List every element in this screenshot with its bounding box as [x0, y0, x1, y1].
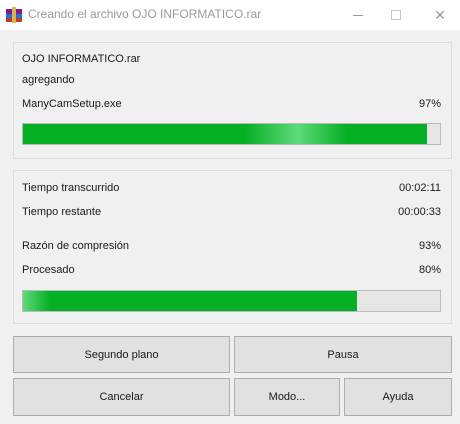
title-bar[interactable]: Creando el archivo OJO INFORMATICO.rar ✕	[0, 0, 460, 30]
current-file-row: ManyCamSetup.exe 97%	[22, 97, 441, 111]
pause-button[interactable]: Pausa	[234, 336, 452, 373]
stats-panel: Tiempo transcurrido 00:02:11 Tiempo rest…	[13, 170, 452, 324]
elapsed-label: Tiempo transcurrido	[22, 182, 120, 194]
file-progress-panel: OJO INFORMATICO.rar agregando ManyCamSet…	[13, 42, 452, 159]
close-icon: ✕	[434, 7, 446, 23]
close-button[interactable]: ✕	[420, 0, 460, 30]
ratio-row: Razón de compresión 93%	[22, 239, 441, 253]
minimize-icon	[353, 15, 363, 17]
minimize-button[interactable]	[338, 0, 378, 30]
remaining-value: 00:00:33	[398, 206, 441, 218]
file-progress-bar	[22, 123, 441, 145]
maximize-icon	[391, 10, 401, 20]
file-percent: 97%	[418, 98, 441, 110]
archive-name: OJO INFORMATICO.rar	[22, 53, 141, 65]
help-button[interactable]: Ayuda	[344, 378, 452, 416]
cancel-button[interactable]: Cancelar	[13, 378, 230, 416]
ratio-label: Razón de compresión	[22, 240, 130, 252]
total-progress-fill	[23, 291, 357, 311]
processed-value: 80%	[418, 264, 441, 276]
file-progress-fill	[23, 124, 428, 144]
elapsed-value: 00:02:11	[398, 182, 441, 194]
remaining-label: Tiempo restante	[22, 206, 102, 218]
elapsed-row: Tiempo transcurrido 00:02:11	[22, 181, 441, 195]
window-title: Creando el archivo OJO INFORMATICO.rar	[28, 7, 262, 21]
mode-button[interactable]: Modo...	[234, 378, 340, 416]
remaining-row: Tiempo restante 00:00:33	[22, 205, 441, 219]
total-progress-bar	[22, 290, 441, 312]
ratio-value: 93%	[418, 240, 441, 252]
winrar-books-icon	[6, 7, 22, 23]
action-label: agregando	[22, 74, 75, 86]
processed-row: Procesado 80%	[22, 263, 441, 277]
current-file-name: ManyCamSetup.exe	[22, 98, 122, 110]
processed-label: Procesado	[22, 264, 75, 276]
maximize-button	[376, 0, 416, 30]
background-button[interactable]: Segundo plano	[13, 336, 230, 373]
